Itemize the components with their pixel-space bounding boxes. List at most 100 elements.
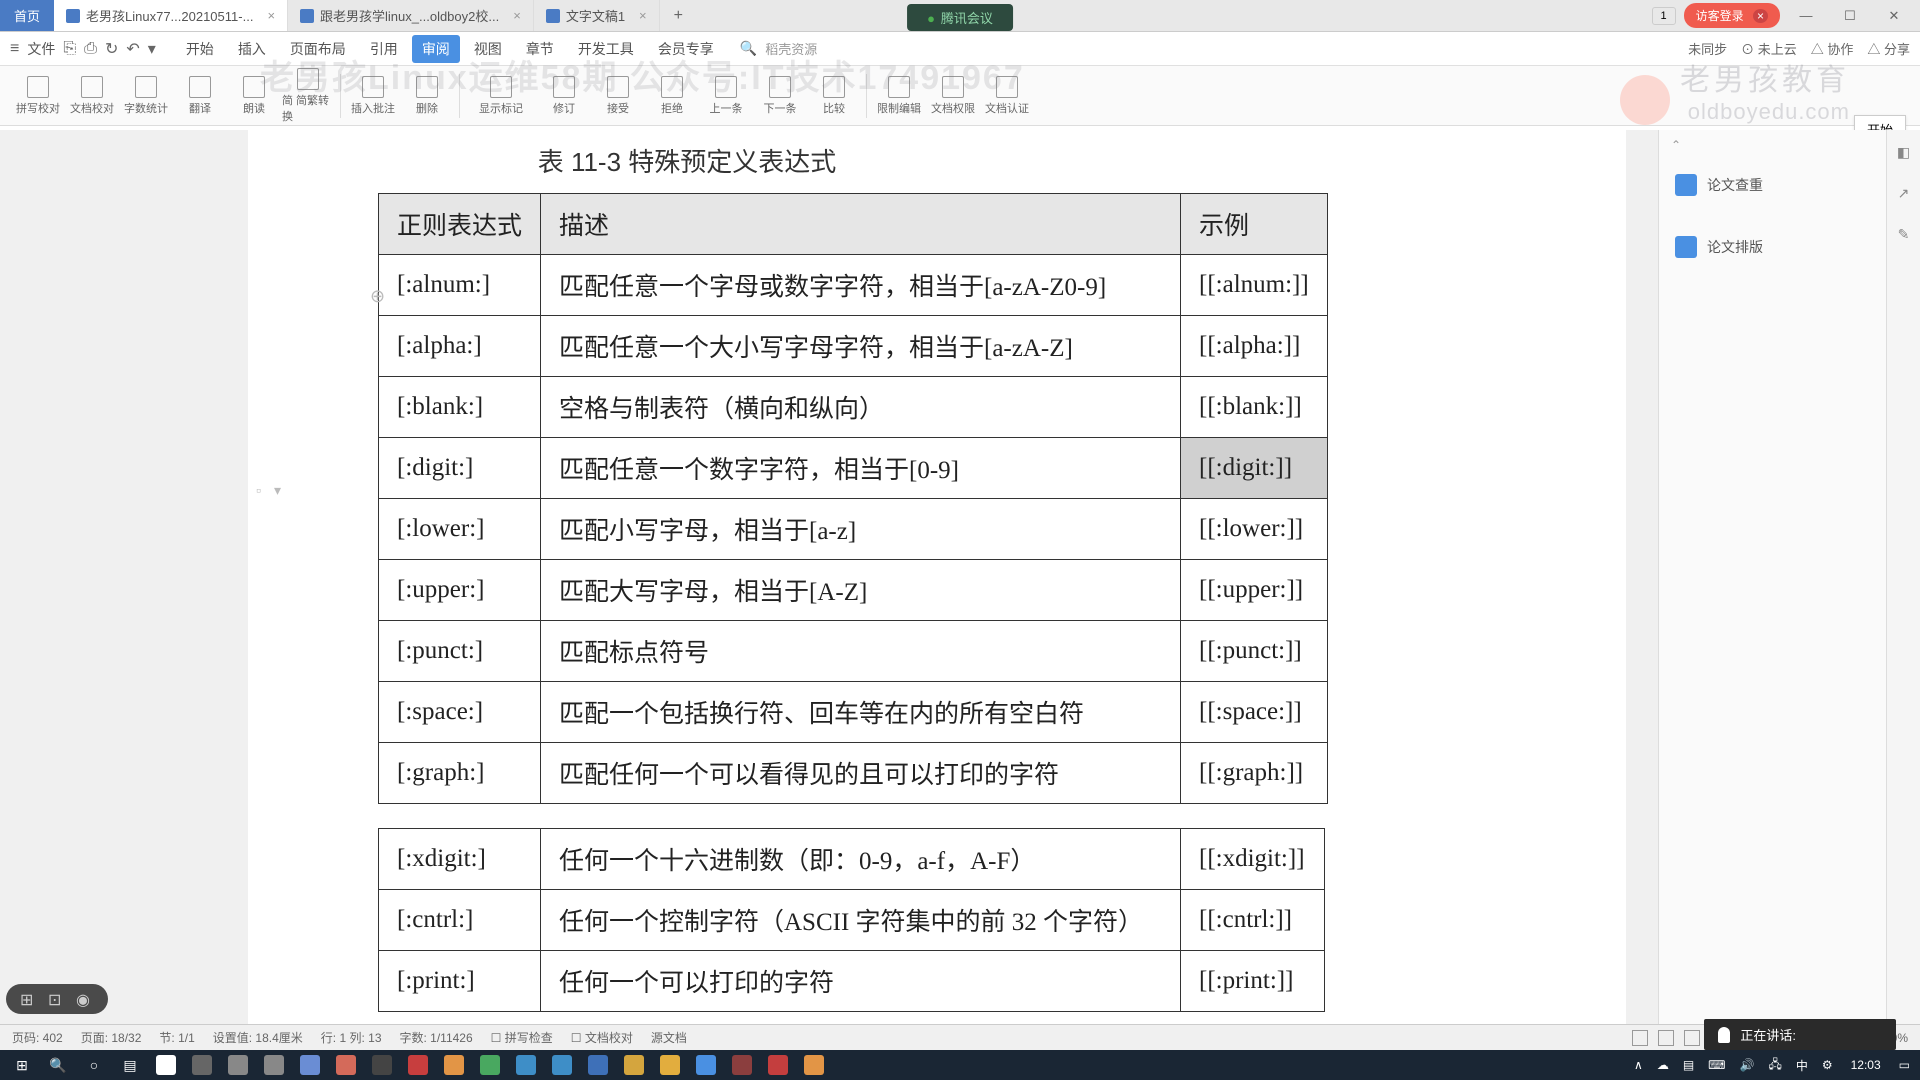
sync-status[interactable]: 未同步 [1688,39,1727,58]
dropdown-icon[interactable]: ▾ [148,39,156,59]
cell-example[interactable]: [[:print:]] [1181,951,1325,1012]
collapse-sidebar-icon[interactable]: ⌃ [1671,138,1681,152]
page-number[interactable]: 页码: 402 [12,1029,63,1046]
menu-devtools[interactable]: 开发工具 [568,35,644,63]
insert-comment-button[interactable]: 插入批注 [347,68,399,124]
readaloud-button[interactable]: 朗读 [228,68,280,124]
cell-expr[interactable]: [:upper:] [379,560,541,621]
cell-example[interactable]: [[:alpha:]] [1181,316,1328,377]
document-page[interactable]: 表 11-3 特殊预定义表达式 正则表达式 描述 示例 [:alnum:]匹配任… [248,130,1626,1024]
cell-desc[interactable]: 匹配任何一个可以看得见的且可以打印的字符 [541,743,1181,804]
menu-review[interactable]: 审阅 [412,35,460,63]
menu-view[interactable]: 视图 [464,35,512,63]
taskbar-app[interactable] [616,1051,652,1079]
share-button[interactable]: △ 分享 [1867,39,1910,58]
cell-example[interactable]: [[:lower:]] [1181,499,1328,560]
document-tab-3[interactable]: 文字文稿1 × [534,0,660,31]
cell-desc[interactable]: 任何一个十六进制数（即：0-9，a-f，A-F） [541,829,1181,890]
tray-settings-icon[interactable]: ⚙ [1816,1058,1839,1072]
cell-example[interactable]: [[:graph:]] [1181,743,1328,804]
document-tab-1[interactable]: 老男孩Linux77...20210511-... × [54,0,288,31]
restrict-edit-button[interactable]: 限制编辑 [873,68,925,124]
sidebar-item-check[interactable]: 论文查重 [1671,166,1908,204]
taskbar-app[interactable] [220,1051,256,1079]
doc-permission-button[interactable]: 文档权限 [927,68,979,124]
spellcheck-toggle[interactable]: ☐ 拼写检查 [491,1029,553,1046]
taskbar-app[interactable] [436,1051,472,1079]
cell-desc[interactable]: 空格与制表符（横向和纵向） [541,377,1181,438]
rail-icon[interactable]: ↗ [1898,185,1910,202]
view-mode-icon[interactable] [1632,1030,1648,1046]
home-tab[interactable]: 首页 [0,0,54,31]
taskbar-app[interactable] [508,1051,544,1079]
cell-desc[interactable]: 任何一个控制字符（ASCII 字符集中的前 32 个字符） [541,890,1181,951]
tray-ime-icon[interactable]: ⌨ [1702,1058,1731,1072]
search-input[interactable]: 稻壳资源 [765,39,817,58]
cell-desc[interactable]: 匹配一个包括换行符、回车等在内的所有空白符 [541,682,1181,743]
tray-network-icon[interactable]: 🖧 [1762,1055,1787,1076]
taskbar-app[interactable] [796,1051,832,1079]
cortana-button[interactable]: ○ [76,1051,112,1079]
cell-expr[interactable]: [:digit:] [379,438,541,499]
show-markup-button[interactable]: 显示标记 [466,68,536,124]
cell-desc[interactable]: 匹配小写字母，相当于[a-z] [541,499,1181,560]
translate-button[interactable]: 翻译 [174,68,226,124]
minimize-button[interactable]: — [1788,8,1824,23]
bubble-icon[interactable]: ◉ [76,990,94,1008]
notifications-badge[interactable]: 1 [1652,7,1676,25]
view-mode-icon[interactable] [1658,1030,1674,1046]
cell-desc[interactable]: 任何一个可以打印的字符 [541,951,1181,1012]
notifications-icon[interactable]: ▭ [1893,1058,1916,1072]
menu-start[interactable]: 开始 [176,35,224,63]
add-marker-icon[interactable]: ⊕ [370,286,385,307]
close-icon[interactable]: × [267,8,275,23]
gutter-icon[interactable]: ▫ [256,482,270,499]
taskbar-app[interactable] [292,1051,328,1079]
speaking-indicator[interactable]: 正在讲话: [1704,1019,1896,1050]
doccheck-button[interactable]: 文档校对 [66,68,118,124]
cell-expr[interactable]: [:blank:] [379,377,541,438]
tray-expand-icon[interactable]: ∧ [1628,1058,1649,1072]
taskbar-app[interactable] [544,1051,580,1079]
prev-button[interactable]: 上一条 [700,68,752,124]
tray-volume-icon[interactable]: 🔊 [1734,1058,1761,1072]
page-count[interactable]: 页面: 18/32 [81,1029,142,1046]
word-count[interactable]: 字数: 1/11426 [400,1029,473,1046]
cell-example[interactable]: [[:digit:]] [1181,438,1328,499]
cell-expr[interactable]: [:space:] [379,682,541,743]
taskbar-app[interactable] [364,1051,400,1079]
spellcheck-button[interactable]: 拼写校对 [12,68,64,124]
cell-expr[interactable]: [:alpha:] [379,316,541,377]
add-tab-button[interactable]: + [660,1,697,31]
taskbar-app[interactable] [580,1051,616,1079]
cell-expr[interactable]: [:punct:] [379,621,541,682]
taskbar-app[interactable] [400,1051,436,1079]
doc-auth-button[interactable]: 文档认证 [981,68,1033,124]
source-doc[interactable]: 源文档 [651,1029,687,1046]
cell-example[interactable]: [[:upper:]] [1181,560,1328,621]
menu-member[interactable]: 会员专享 [648,35,724,63]
cell-expr[interactable]: [:cntrl:] [379,890,541,951]
delete-button[interactable]: 删除 [401,68,453,124]
rail-icon[interactable]: ✎ [1898,226,1910,243]
cell-example[interactable]: [[:space:]] [1181,682,1328,743]
rail-icon[interactable]: ◧ [1897,144,1910,161]
cell-desc[interactable]: 匹配任意一个大小写字母字符，相当于[a-zA-Z] [541,316,1181,377]
tray-icon[interactable]: ▤ [1677,1058,1700,1072]
bubble-icon[interactable]: ⊡ [48,990,66,1008]
cell-expr[interactable]: [:print:] [379,951,541,1012]
cell-desc[interactable]: 匹配标点符号 [541,621,1181,682]
maximize-button[interactable]: ☐ [1832,8,1868,24]
close-icon[interactable]: × [639,8,647,23]
taskbar-app[interactable] [148,1051,184,1079]
taskbar-app[interactable] [760,1051,796,1079]
hamburger-icon[interactable]: ≡ [10,40,19,58]
tray-lang[interactable]: 中 [1790,1057,1814,1074]
reject-button[interactable]: 拒绝 [646,68,698,124]
menu-insert[interactable]: 插入 [228,35,276,63]
taskbar-app[interactable] [472,1051,508,1079]
cell-expr[interactable]: [:graph:] [379,743,541,804]
track-changes-button[interactable]: 修订 [538,68,590,124]
view-mode-icon[interactable] [1684,1030,1700,1046]
collab-button[interactable]: △ 协作 [1811,39,1854,58]
